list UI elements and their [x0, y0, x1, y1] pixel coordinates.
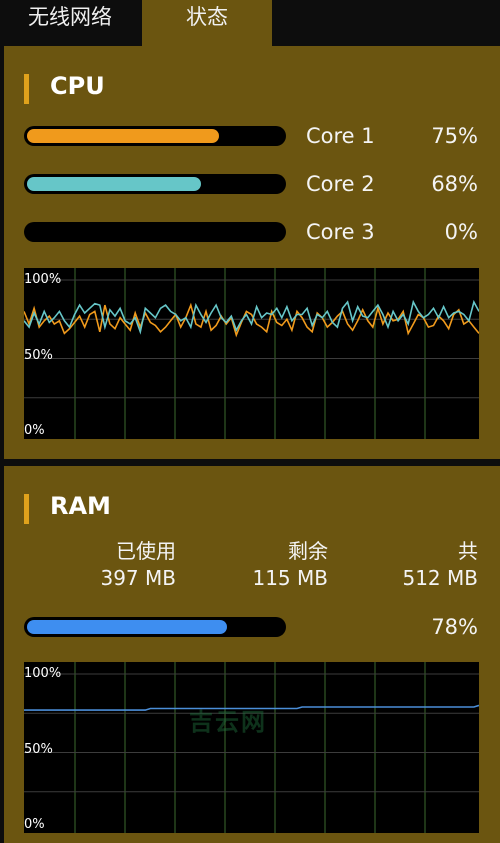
core2-label: Core 2 [306, 172, 375, 196]
ram-total-stat: 共 512 MB [376, 538, 478, 592]
watermark-logo: 吉云网 [189, 708, 267, 736]
core3-percent: 0% [444, 220, 478, 244]
cpu-graph-label-100: 100% [24, 272, 62, 287]
cpu-title: CPU [50, 72, 105, 100]
ram-free-stat: 剩余 115 MB [226, 538, 328, 592]
core2-percent: 68% [431, 172, 478, 196]
ram-total-value: 512 MB [402, 566, 478, 590]
ram-percent: 78% [431, 615, 478, 639]
core1-percent: 75% [431, 124, 478, 148]
ram-used-value: 397 MB [100, 566, 176, 590]
ram-used-stat: 已使用 397 MB [84, 538, 176, 592]
cpu-panel: CPU Core 1 75% Core 2 68% Core 3 0% 100%… [4, 46, 500, 459]
ram-title: RAM [50, 492, 111, 520]
ram-graph-label-50: 50% [24, 742, 53, 757]
cpu-graph-label-50: 50% [24, 348, 53, 363]
ram-used-label: 已使用 [116, 539, 176, 563]
tab-status[interactable]: 状态 [142, 0, 272, 46]
ram-usage-bar [24, 617, 286, 637]
section-accent-bar [24, 74, 29, 104]
ram-graph-label-0: 0% [24, 817, 45, 832]
ram-usage-fill [27, 620, 227, 634]
core1-label: Core 1 [306, 124, 375, 148]
ram-free-label: 剩余 [288, 539, 328, 563]
core3-label: Core 3 [306, 220, 375, 244]
core3-usage-bar [24, 222, 286, 242]
core1-usage-fill [27, 129, 219, 143]
core2-usage-bar [24, 174, 286, 194]
tab-bar: 无线网络 状态 [0, 0, 500, 46]
ram-panel: RAM 已使用 397 MB 剩余 115 MB 共 512 MB 78% 10… [4, 466, 500, 843]
ram-total-label: 共 [458, 539, 478, 563]
ram-history-graph: 100% 50% 0% 吉云网 [24, 662, 479, 833]
ram-free-value: 115 MB [252, 566, 328, 590]
section-accent-bar [24, 494, 29, 524]
ram-graph-canvas [24, 662, 479, 833]
core2-usage-fill [27, 177, 201, 191]
tab-wireless[interactable]: 无线网络 [0, 0, 140, 46]
ram-graph-label-100: 100% [24, 666, 62, 681]
cpu-graph-label-0: 0% [24, 423, 45, 438]
core1-usage-bar [24, 126, 286, 146]
cpu-history-graph: 100% 50% 0% [24, 268, 479, 439]
cpu-graph-canvas [24, 268, 479, 439]
